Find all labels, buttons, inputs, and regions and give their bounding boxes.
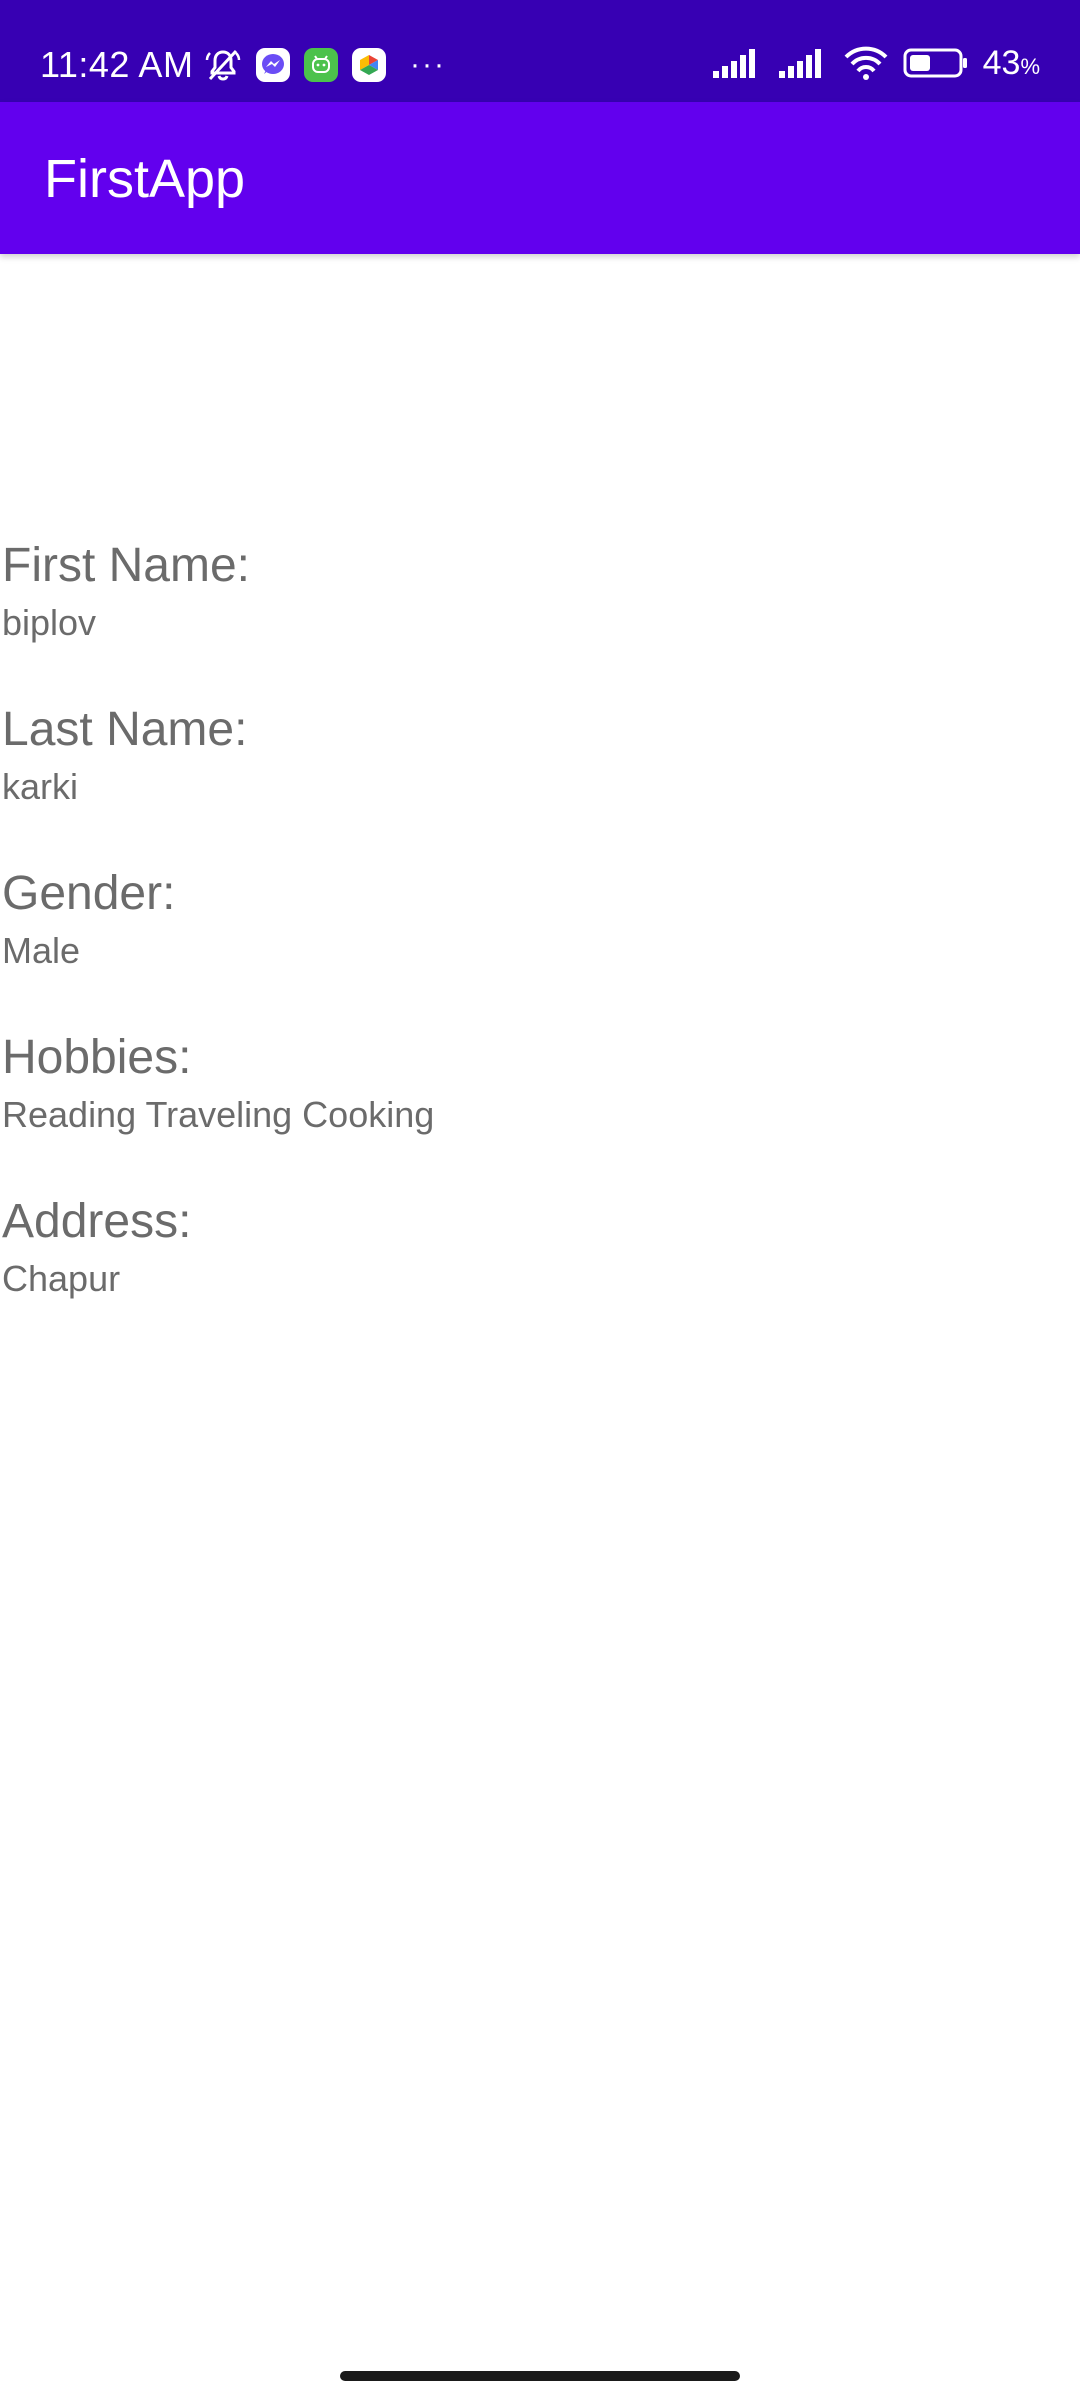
green-app-icon bbox=[304, 48, 338, 82]
field-value: karki bbox=[2, 766, 79, 807]
signal-icon bbox=[711, 47, 763, 84]
wifi-icon bbox=[843, 45, 889, 86]
status-time: 11:42 AM bbox=[40, 44, 194, 85]
field-gender: Gender: Male bbox=[0, 862, 1080, 976]
signal-icon bbox=[777, 47, 829, 84]
field-label: Last Name: bbox=[2, 703, 248, 756]
status-system-icons: 43% bbox=[711, 42, 1040, 88]
field-first-name: First Name: biplov bbox=[0, 534, 1080, 648]
battery-percent-value: 43 bbox=[982, 44, 1021, 82]
more-notifications-icon: ··· bbox=[410, 48, 446, 81]
app-store-icon bbox=[352, 48, 386, 82]
gesture-navigation-bar[interactable] bbox=[340, 2371, 740, 2381]
field-label: Address: bbox=[2, 1195, 192, 1248]
status-notification-icons: ··· bbox=[204, 42, 446, 88]
battery-percent-symbol: % bbox=[1020, 54, 1040, 79]
field-last-name: Last Name: karki bbox=[0, 698, 1080, 812]
screen: 11:42 AM ··· 43% FirstApp First Name: bi… bbox=[0, 0, 1080, 2400]
battery-icon bbox=[903, 46, 969, 85]
status-bar: 11:42 AM ··· 43% bbox=[0, 0, 1080, 102]
field-label: Gender: bbox=[2, 867, 176, 920]
field-label: First Name: bbox=[2, 539, 251, 592]
field-value: biplov bbox=[2, 602, 97, 643]
app-title: FirstApp bbox=[44, 149, 246, 209]
field-label: Hobbies: bbox=[2, 1031, 192, 1084]
messenger-icon bbox=[256, 48, 290, 82]
app-bar: FirstApp bbox=[0, 102, 1080, 254]
field-hobbies: Hobbies: Reading Traveling Cooking bbox=[0, 1026, 1080, 1140]
details-content: First Name: biplov Last Name: karki Gend… bbox=[0, 534, 1080, 1354]
field-value: Reading Traveling Cooking bbox=[2, 1094, 435, 1135]
battery-percentage: 43% bbox=[983, 40, 1040, 90]
field-value: Male bbox=[2, 930, 81, 971]
field-value: Chapur bbox=[2, 1258, 121, 1299]
field-address: Address: Chapur bbox=[0, 1190, 1080, 1304]
mute-icon bbox=[204, 46, 242, 84]
